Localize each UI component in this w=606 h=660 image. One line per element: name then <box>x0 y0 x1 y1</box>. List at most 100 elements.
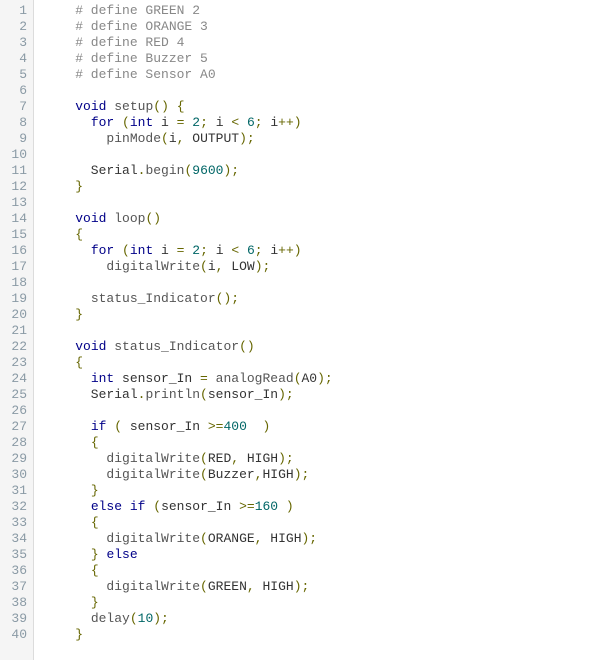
token-op: ( <box>122 243 130 258</box>
code-line[interactable]: # define GREEN 2 <box>44 3 606 19</box>
token-id <box>114 243 122 258</box>
token-fn: analogRead <box>216 371 294 386</box>
token-op: ( <box>200 579 208 594</box>
code-area[interactable]: # define GREEN 2 # define ORANGE 3 # def… <box>34 0 606 660</box>
code-line[interactable]: # define RED 4 <box>44 35 606 51</box>
token-id <box>247 419 263 434</box>
token-op: ); <box>278 451 294 466</box>
code-line[interactable]: } <box>44 179 606 195</box>
code-line[interactable]: status_Indicator(); <box>44 291 606 307</box>
token-id <box>44 371 91 386</box>
code-line[interactable]: { <box>44 355 606 371</box>
token-op: ( <box>161 131 169 146</box>
code-line[interactable]: void setup() { <box>44 99 606 115</box>
token-id: sensor_In <box>161 499 239 514</box>
token-id <box>44 339 75 354</box>
line-number: 8 <box>8 115 27 131</box>
code-line[interactable]: } <box>44 595 606 611</box>
line-number: 30 <box>8 467 27 483</box>
code-line[interactable]: digitalWrite(GREEN, HIGH); <box>44 579 606 595</box>
code-line[interactable]: Serial.println(sensor_In); <box>44 387 606 403</box>
token-kw: else <box>106 547 137 562</box>
token-pp: # define ORANGE 3 <box>44 19 208 34</box>
code-line[interactable]: digitalWrite(Buzzer,HIGH); <box>44 467 606 483</box>
code-line[interactable]: } else <box>44 547 606 563</box>
code-line[interactable]: { <box>44 515 606 531</box>
code-line[interactable]: void loop() <box>44 211 606 227</box>
token-fn: digitalWrite <box>106 259 200 274</box>
code-line[interactable]: int sensor_In = analogRead(A0); <box>44 371 606 387</box>
token-pp: # define RED 4 <box>44 35 184 50</box>
code-line[interactable]: void status_Indicator() <box>44 339 606 355</box>
code-line[interactable] <box>44 195 606 211</box>
line-number: 38 <box>8 595 27 611</box>
token-op: } <box>91 595 99 610</box>
token-fn: digitalWrite <box>106 451 200 466</box>
token-op: { <box>177 99 185 114</box>
code-line[interactable]: delay(10); <box>44 611 606 627</box>
token-op: ( <box>114 419 122 434</box>
token-op: ++) <box>278 115 301 130</box>
token-id <box>44 467 106 482</box>
code-line[interactable]: } <box>44 307 606 323</box>
token-id <box>44 115 91 130</box>
code-line[interactable] <box>44 147 606 163</box>
token-op: } <box>75 307 83 322</box>
token-fn: digitalWrite <box>106 467 200 482</box>
token-num: 400 <box>223 419 246 434</box>
code-line[interactable]: digitalWrite(i, LOW); <box>44 259 606 275</box>
token-pp: # define Buzzer 5 <box>44 51 208 66</box>
line-number: 35 <box>8 547 27 563</box>
line-number: 14 <box>8 211 27 227</box>
token-id <box>122 499 130 514</box>
code-line[interactable]: # define Buzzer 5 <box>44 51 606 67</box>
code-line[interactable]: { <box>44 435 606 451</box>
token-id <box>44 499 91 514</box>
line-number: 27 <box>8 419 27 435</box>
line-number: 29 <box>8 451 27 467</box>
code-line[interactable] <box>44 323 606 339</box>
code-line[interactable]: for (int i = 2; i < 6; i++) <box>44 115 606 131</box>
code-line[interactable]: digitalWrite(RED, HIGH); <box>44 451 606 467</box>
token-num: 6 <box>247 243 255 258</box>
token-id <box>44 595 91 610</box>
code-line[interactable] <box>44 83 606 99</box>
code-line[interactable]: # define ORANGE 3 <box>44 19 606 35</box>
line-number: 13 <box>8 195 27 211</box>
code-line[interactable]: if ( sensor_In >=400 ) <box>44 419 606 435</box>
token-id <box>44 307 75 322</box>
token-id <box>44 243 91 258</box>
code-line[interactable] <box>44 403 606 419</box>
code-line[interactable]: Serial.begin(9600); <box>44 163 606 179</box>
token-pp: # define Sensor A0 <box>44 67 216 82</box>
token-id <box>44 291 91 306</box>
line-number: 31 <box>8 483 27 499</box>
token-op: (); <box>216 291 239 306</box>
line-number: 23 <box>8 355 27 371</box>
code-line[interactable]: else if (sensor_In >=160 ) <box>44 499 606 515</box>
token-op: } <box>75 627 83 642</box>
code-line[interactable]: pinMode(i, OUTPUT); <box>44 131 606 147</box>
token-op: ( <box>200 451 208 466</box>
line-number: 11 <box>8 163 27 179</box>
code-line[interactable]: digitalWrite(ORANGE, HIGH); <box>44 531 606 547</box>
token-op: ( <box>200 531 208 546</box>
code-line[interactable]: } <box>44 483 606 499</box>
code-line[interactable]: # define Sensor A0 <box>44 67 606 83</box>
line-number: 40 <box>8 627 27 643</box>
token-num: 2 <box>192 115 200 130</box>
code-line[interactable]: for (int i = 2; i < 6; i++) <box>44 243 606 259</box>
line-number: 1 <box>8 3 27 19</box>
token-id <box>44 227 75 242</box>
token-op: () <box>239 339 255 354</box>
token-id <box>44 515 91 530</box>
code-line[interactable]: { <box>44 227 606 243</box>
line-number: 19 <box>8 291 27 307</box>
line-number: 2 <box>8 19 27 35</box>
code-line[interactable]: { <box>44 563 606 579</box>
token-id <box>44 179 75 194</box>
code-line[interactable]: } <box>44 627 606 643</box>
token-id: i <box>169 131 177 146</box>
code-line[interactable] <box>44 275 606 291</box>
line-number: 7 <box>8 99 27 115</box>
